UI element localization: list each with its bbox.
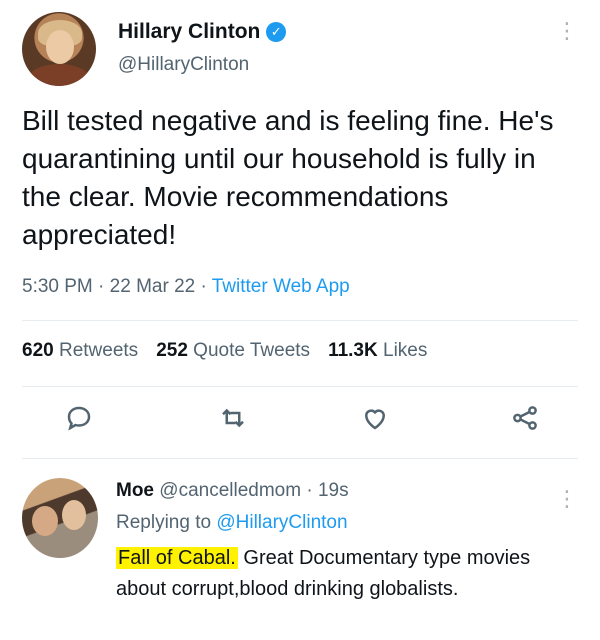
share-icon[interactable] (510, 403, 540, 433)
verified-badge-icon: ✓ (266, 22, 287, 42)
more-options-icon[interactable]: ⋮ (556, 20, 578, 42)
reply-icon[interactable] (64, 403, 94, 433)
reply-more-options-icon[interactable]: ⋮ (556, 486, 578, 512)
divider (22, 458, 578, 459)
divider (22, 320, 578, 321)
retweets-stat[interactable]: 620 Retweets (22, 340, 138, 362)
retweet-icon[interactable] (218, 403, 248, 433)
author-name[interactable]: Hillary Clinton (118, 20, 260, 44)
replying-to: Replying to @HillaryClinton (116, 512, 348, 534)
meta-separator: · (98, 276, 105, 297)
reply-author-name[interactable]: Moe (116, 480, 154, 501)
tweet-meta: 5:30 PM · 22 Mar 22 · Twitter Web App (22, 276, 350, 298)
tweet-source-app[interactable]: Twitter Web App (212, 276, 350, 297)
author-handle[interactable]: @HillaryClinton (118, 54, 249, 76)
likes-stat[interactable]: 11.3K Likes (328, 340, 427, 362)
tweet-screenshot: Hillary Clinton ✓ @HillaryClinton ⋮ Bill… (0, 0, 600, 640)
tweet-stats: 620 Retweets 252 Quote Tweets 11.3K Like… (22, 340, 427, 362)
reply-author-avatar[interactable] (22, 478, 98, 558)
reply-header: Moe @cancelledmom · 19s (116, 480, 349, 502)
author-avatar[interactable] (22, 12, 96, 86)
reply-separator: · (306, 480, 313, 501)
tweet-date[interactable]: 22 Mar 22 (110, 276, 196, 297)
highlighted-text: Fall of Cabal. (116, 547, 238, 569)
tweet-time[interactable]: 5:30 PM (22, 276, 93, 297)
replying-to-handle[interactable]: @HillaryClinton (216, 512, 347, 533)
quote-tweets-stat[interactable]: 252 Quote Tweets (156, 340, 310, 362)
like-icon[interactable] (360, 403, 390, 433)
replying-label: Replying to (116, 512, 212, 533)
tweet-actions (22, 395, 578, 439)
tweet-text: Bill tested negative and is feeling fine… (22, 105, 554, 250)
reply-text: Fall of Cabal. Great Documentary type mo… (116, 543, 576, 605)
reply-age[interactable]: 19s (318, 480, 349, 501)
meta-separator: · (200, 276, 207, 297)
author-name-row: Hillary Clinton ✓ (118, 20, 287, 44)
divider (22, 386, 578, 387)
reply-author-handle[interactable]: @cancelledmom (159, 480, 301, 501)
